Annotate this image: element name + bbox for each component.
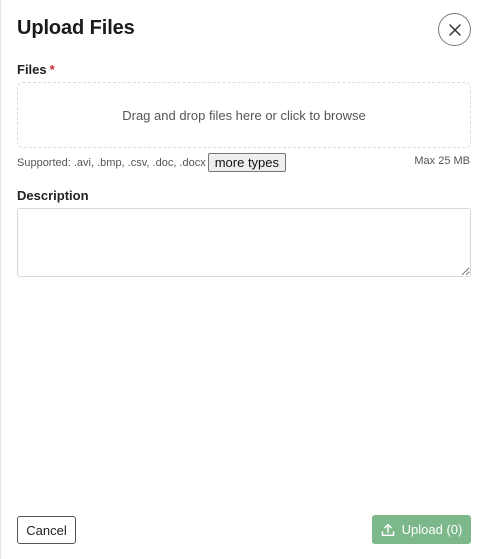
dropzone-text: Drag and drop files here or click to bro…	[122, 107, 366, 123]
required-marker: *	[49, 62, 55, 77]
files-label-text: Files	[17, 62, 47, 77]
max-size-text: Max 25 MB	[414, 155, 470, 167]
file-dropzone[interactable]: Drag and drop files here or click to bro…	[17, 82, 471, 148]
upload-button-label: Upload (0)	[401, 522, 463, 537]
supported-types: Supported: .avi, .bmp, .csv, .doc, .docx…	[17, 153, 287, 172]
close-icon	[448, 23, 461, 36]
supported-types-text: Supported: .avi, .bmp, .csv, .doc, .docx	[17, 156, 206, 169]
upload-files-dialog: Upload Files Files * Drag and drop files …	[0, 0, 485, 559]
upload-button[interactable]: Upload (0)	[372, 515, 471, 544]
description-label: Description	[17, 188, 89, 203]
cancel-button[interactable]: Cancel	[17, 516, 76, 544]
upload-icon	[381, 523, 395, 537]
close-button[interactable]	[438, 13, 471, 46]
description-textarea[interactable]	[17, 208, 471, 277]
more-types-button[interactable]: more types	[207, 153, 287, 172]
files-label: Files *	[17, 62, 55, 77]
dialog-title: Upload Files	[17, 17, 135, 39]
